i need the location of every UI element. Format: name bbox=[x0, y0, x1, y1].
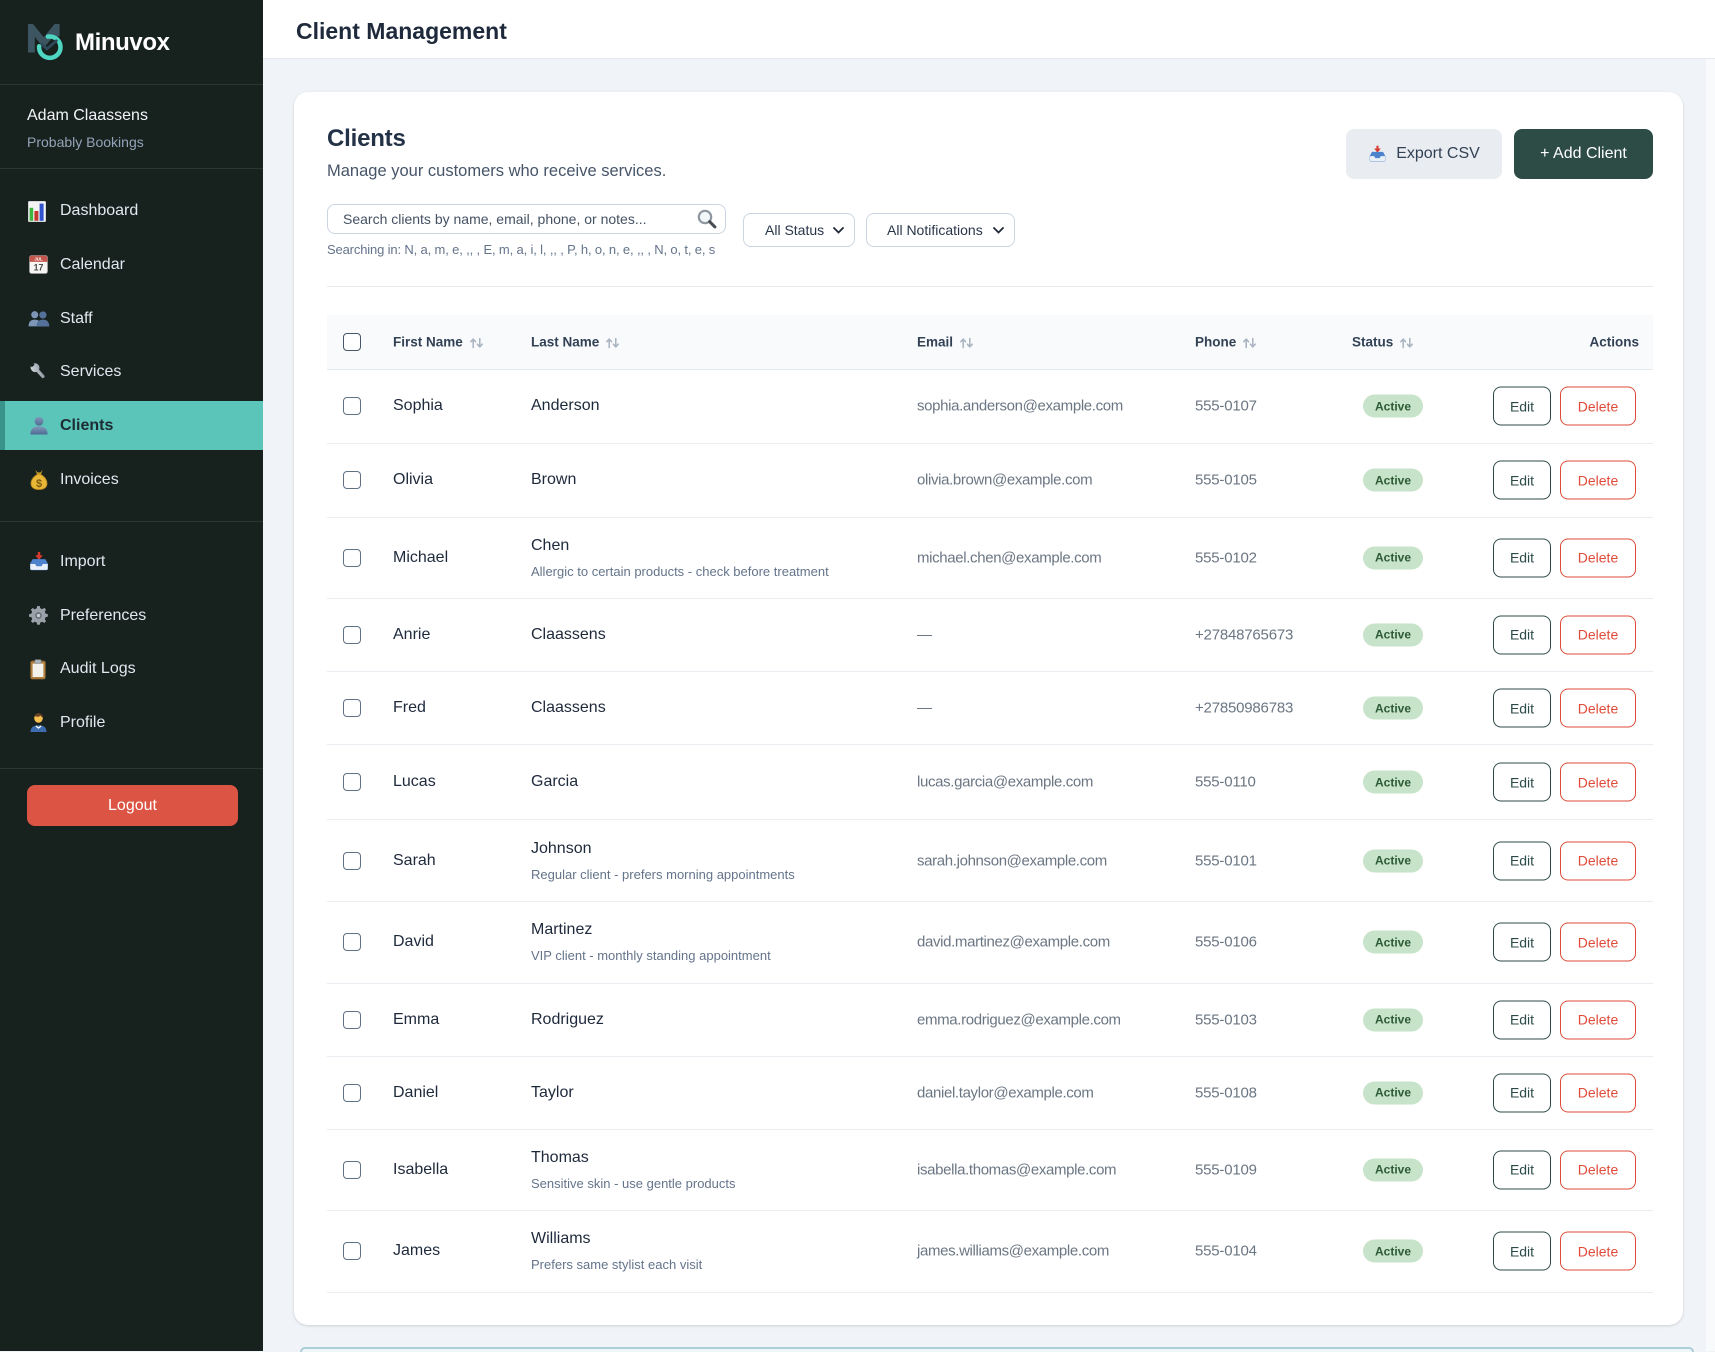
svg-text:17: 17 bbox=[34, 263, 44, 273]
svg-text:$: $ bbox=[36, 478, 42, 490]
svg-text:JUL: JUL bbox=[34, 257, 43, 262]
